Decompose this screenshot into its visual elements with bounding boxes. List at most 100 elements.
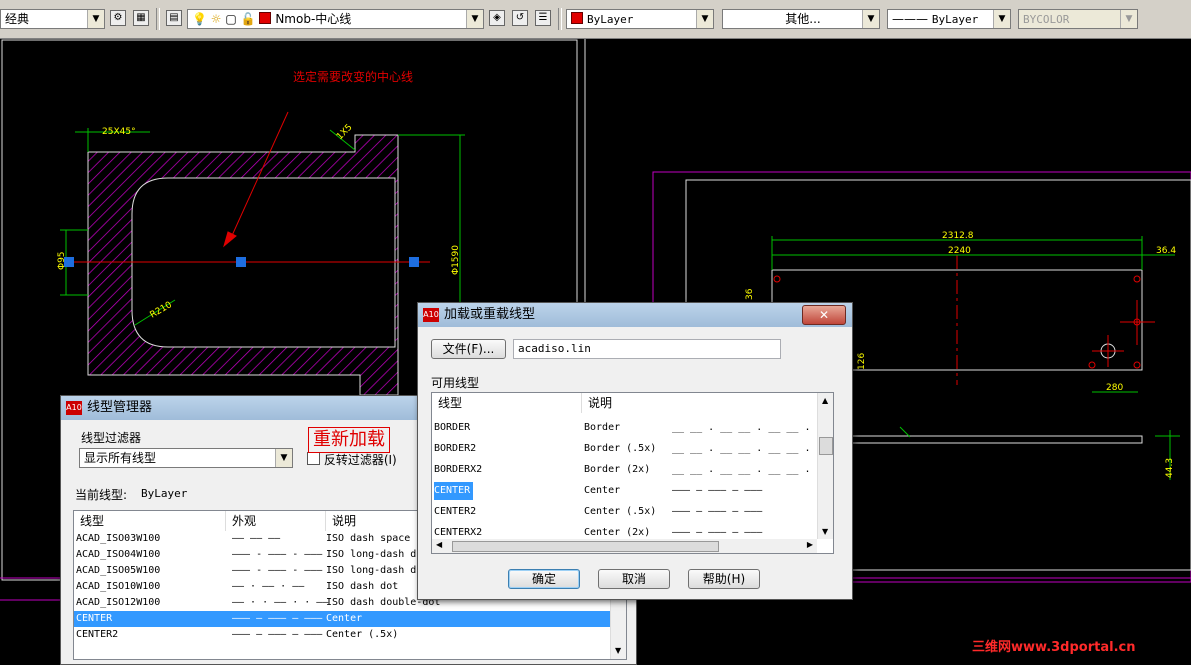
chevron-down-icon: ▼ (466, 10, 483, 28)
close-button[interactable]: ✕ (802, 305, 846, 325)
layer-color-swatch (259, 12, 272, 24)
chevron-down-icon: ▼ (696, 10, 713, 28)
linetype-name: ACAD_ISO10W100 (76, 581, 161, 592)
linetype-description: ISO dash space (326, 533, 411, 544)
linetype-appearance: —— —— —— (232, 533, 281, 544)
linetype-row[interactable]: CENTER2 ——— — ——— — ——— Center (.5x) (74, 627, 610, 643)
available-linetype-row[interactable]: CENTER2 Center (.5x) ——— — ——— — ——— (432, 503, 817, 521)
dim-text: 280 (1106, 383, 1123, 393)
available-linetype-row[interactable]: BORDER Border __ __ . __ __ . __ __ . (432, 419, 817, 437)
linetype-appearance: ——— — ——— — ——— (232, 613, 323, 624)
linetype-description: Border (.5x) (584, 443, 657, 454)
linetype-appearance: ——— - ——— - ——— (232, 549, 323, 560)
linetype-name: ACAD_ISO03W100 (76, 533, 161, 544)
scroll-left-arrow-icon[interactable]: ◀ (436, 540, 442, 549)
layer-previous-icon[interactable]: ↺ (512, 10, 528, 26)
properties-toolbar: 经典 ▼ ⚙ ▦ ▤ 💡 ☼ ▢ 🔓 Nmob-中心线 ▼ ◈ ↺ ☰ ByLay… (0, 0, 1191, 39)
file-button[interactable]: 文件(F)... (431, 339, 506, 359)
linetype-row[interactable]: CENTER ——— — ——— — ——— Center (74, 611, 610, 627)
close-icon: ✕ (818, 308, 830, 322)
current-linetype-value: ByLayer (141, 487, 188, 500)
cancel-button[interactable]: 取消 (598, 569, 670, 589)
color-swatch (571, 12, 583, 24)
plotstyle-combo: BYCOLOR ▼ (1018, 9, 1138, 29)
workspace-combo[interactable]: 经典 ▼ (0, 9, 105, 29)
linetype-name: CENTER2 (434, 506, 477, 517)
chevron-down-icon: ▼ (993, 10, 1010, 28)
reload-annotation: 重新加载 (308, 427, 390, 453)
separator (558, 8, 562, 30)
lock-open-icon: 🔓 (240, 12, 256, 26)
linetype-description: ISO long-dash d (326, 549, 417, 560)
linetype-name: BORDER (434, 422, 471, 433)
linetype-filter-select[interactable]: 显示所有线型 ▼ (79, 448, 293, 468)
linetype-appearance: ——— — ——— — ——— (232, 629, 323, 640)
layer-combo[interactable]: 💡 ☼ ▢ 🔓 Nmob-中心线 ▼ (187, 9, 484, 29)
separator (156, 8, 160, 30)
grip[interactable] (64, 257, 74, 267)
line-sample: ——— (892, 12, 932, 26)
ok-button[interactable]: 确定 (508, 569, 580, 589)
dim-text: 25X45° (102, 127, 136, 137)
linetype-description: ISO dash dot (326, 581, 399, 592)
load-linetypes-dialog: A10 加载或重载线型 ✕ 文件(F)... acadiso.lin 可用线型 … (417, 302, 853, 600)
scroll-down-arrow-icon[interactable]: ▼ (822, 527, 828, 536)
dialog-title: 加载或重载线型 (444, 307, 536, 322)
linetype-name: CENTER (434, 482, 474, 500)
toolbar-lock-icon[interactable]: ▦ (133, 10, 149, 26)
dialog-titlebar[interactable]: A10 加载或重载线型 (418, 303, 852, 327)
column-header-appearance[interactable]: 外观 (226, 511, 326, 531)
grip[interactable] (409, 257, 419, 267)
scroll-thumb[interactable] (819, 437, 833, 455)
help-button[interactable]: 帮助(H) (688, 569, 760, 589)
scroll-down-arrow-icon[interactable]: ▼ (615, 646, 621, 655)
linetype-combo[interactable]: 其他... ▼ (722, 9, 880, 29)
linetype-pattern: ——— — ——— — ——— (672, 506, 763, 517)
color-combo[interactable]: ByLayer ▼ (566, 9, 714, 29)
linetype-appearance: ——— - ——— - ——— (232, 565, 323, 576)
autocad-logo-icon: A10 (66, 401, 82, 415)
column-header-linetype[interactable]: 线型 (74, 511, 226, 531)
linetype-description: Center (326, 613, 363, 624)
file-path-field[interactable]: acadiso.lin (513, 339, 781, 359)
scroll-thumb[interactable] (452, 541, 719, 552)
scroll-up-arrow-icon[interactable]: ▲ (822, 396, 828, 405)
available-linetypes-list[interactable]: 线型 说明 BORDER Border __ __ . __ __ . __ __ … (431, 392, 834, 554)
freeze-icon: ▢ (225, 12, 237, 26)
dialog-title: 线型管理器 (87, 400, 153, 415)
vertical-scrollbar[interactable]: ▲ ▼ (817, 393, 833, 539)
lineweight-combo[interactable]: ——— ByLayer ▼ (887, 9, 1011, 29)
autocad-logo-icon: A10 (423, 308, 439, 322)
available-linetype-row[interactable]: BORDER2 Border (.5x) __ __ . __ __ . __ __… (432, 440, 817, 458)
available-linetype-row[interactable]: BORDERX2 Border (2x) __ __ . __ __ . __ __… (432, 461, 817, 479)
linetype-description: Border (2x) (584, 464, 651, 475)
horizontal-scrollbar[interactable]: ◀ ▶ (432, 539, 817, 553)
available-linetypes-label: 可用线型 (431, 376, 480, 390)
linetype-appearance: —— · —— · —— (232, 581, 305, 592)
column-header-linetype[interactable]: 线型 (432, 393, 582, 413)
filter-label: 线型过滤器 (81, 431, 142, 445)
invert-filter-label: 反转过滤器(I) (323, 453, 397, 467)
linetype-description: Border (584, 422, 621, 433)
grip[interactable] (236, 257, 246, 267)
linetype-description: Center (584, 485, 621, 496)
dim-text: 126 (857, 353, 867, 370)
linetype-name: CENTER (76, 613, 113, 624)
dim-text: Φ1590 (451, 245, 461, 275)
linetype-name: ACAD_ISO12W100 (76, 597, 161, 608)
column-header-description[interactable]: 说明 (582, 393, 819, 413)
available-linetype-row[interactable]: CENTER Center ——— — ——— — ——— (432, 482, 817, 500)
layer-states-icon[interactable]: ☰ (535, 10, 551, 26)
checkbox-box[interactable] (307, 452, 320, 465)
invert-filter-checkbox[interactable]: 反转过滤器(I) (307, 451, 397, 468)
workspace-settings-icon[interactable]: ⚙ (110, 10, 126, 26)
scroll-right-arrow-icon[interactable]: ▶ (807, 540, 813, 549)
linetype-description: Center (.5x) (326, 629, 399, 640)
linetype-description: ISO long-dash d (326, 565, 417, 576)
layer-manager-icon[interactable]: ▤ (166, 10, 182, 26)
linetype-name: ACAD_ISO05W100 (76, 565, 161, 576)
make-current-layer-icon[interactable]: ◈ (489, 10, 505, 26)
select-line-annotation: 选定需要改变的中心线 (293, 70, 414, 84)
linetype-name: ACAD_ISO04W100 (76, 549, 161, 560)
chevron-down-icon: ▼ (862, 10, 879, 28)
